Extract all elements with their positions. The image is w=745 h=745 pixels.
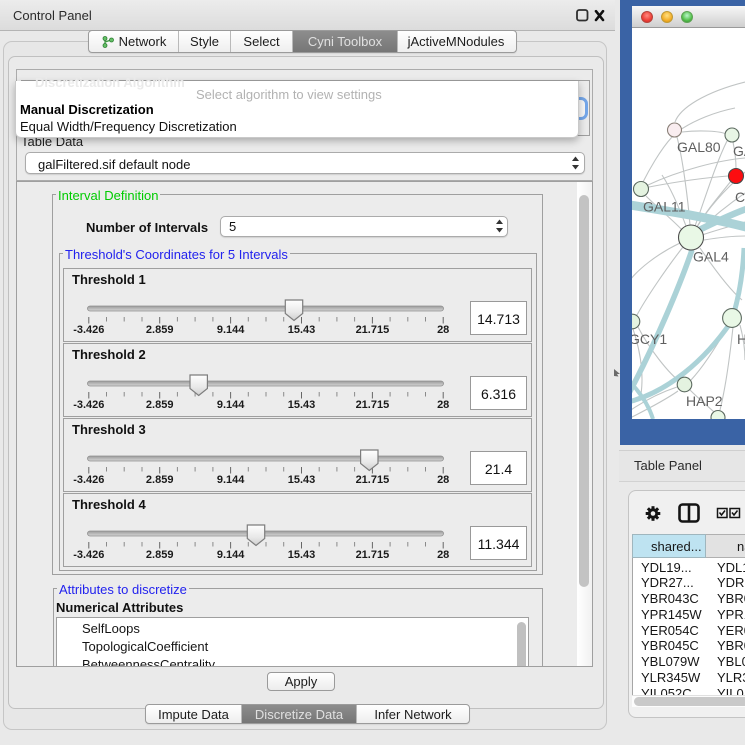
svg-text:28: 28	[437, 549, 449, 561]
svg-text:H: H	[737, 331, 745, 347]
svg-text:GAL11: GAL11	[643, 199, 686, 215]
svg-text:21.715: 21.715	[356, 324, 390, 336]
svg-text:9.144: 9.144	[217, 549, 245, 561]
svg-text:28: 28	[437, 399, 449, 411]
svg-text:-3.426: -3.426	[73, 399, 104, 411]
svg-text:2.859: 2.859	[146, 399, 174, 411]
svg-text:2.859: 2.859	[146, 549, 174, 561]
svg-text:28: 28	[437, 474, 449, 486]
svg-text:15.43: 15.43	[288, 324, 316, 336]
svg-text:9.144: 9.144	[217, 399, 245, 411]
svg-text:15.43: 15.43	[288, 474, 316, 486]
svg-text:2.859: 2.859	[146, 474, 174, 486]
svg-text:21.715: 21.715	[356, 399, 390, 411]
svg-text:GA: GA	[733, 143, 745, 159]
svg-text:HAP2: HAP2	[686, 393, 723, 409]
svg-text:9.144: 9.144	[217, 474, 245, 486]
svg-text:GAL4: GAL4	[693, 249, 729, 265]
svg-text:GCY1: GCY1	[632, 331, 667, 347]
svg-text:2.859: 2.859	[146, 324, 174, 336]
svg-text:28: 28	[437, 324, 449, 336]
svg-text:C: C	[735, 189, 745, 205]
svg-text:9.144: 9.144	[217, 324, 245, 336]
svg-text:15.43: 15.43	[288, 399, 316, 411]
svg-text:15.43: 15.43	[288, 549, 316, 561]
svg-text:-3.426: -3.426	[73, 549, 104, 561]
svg-text:GAL80: GAL80	[677, 139, 721, 155]
svg-text:-3.426: -3.426	[73, 474, 104, 486]
svg-text:21.715: 21.715	[356, 474, 390, 486]
svg-text:-3.426: -3.426	[73, 324, 104, 336]
svg-text:21.715: 21.715	[356, 549, 390, 561]
